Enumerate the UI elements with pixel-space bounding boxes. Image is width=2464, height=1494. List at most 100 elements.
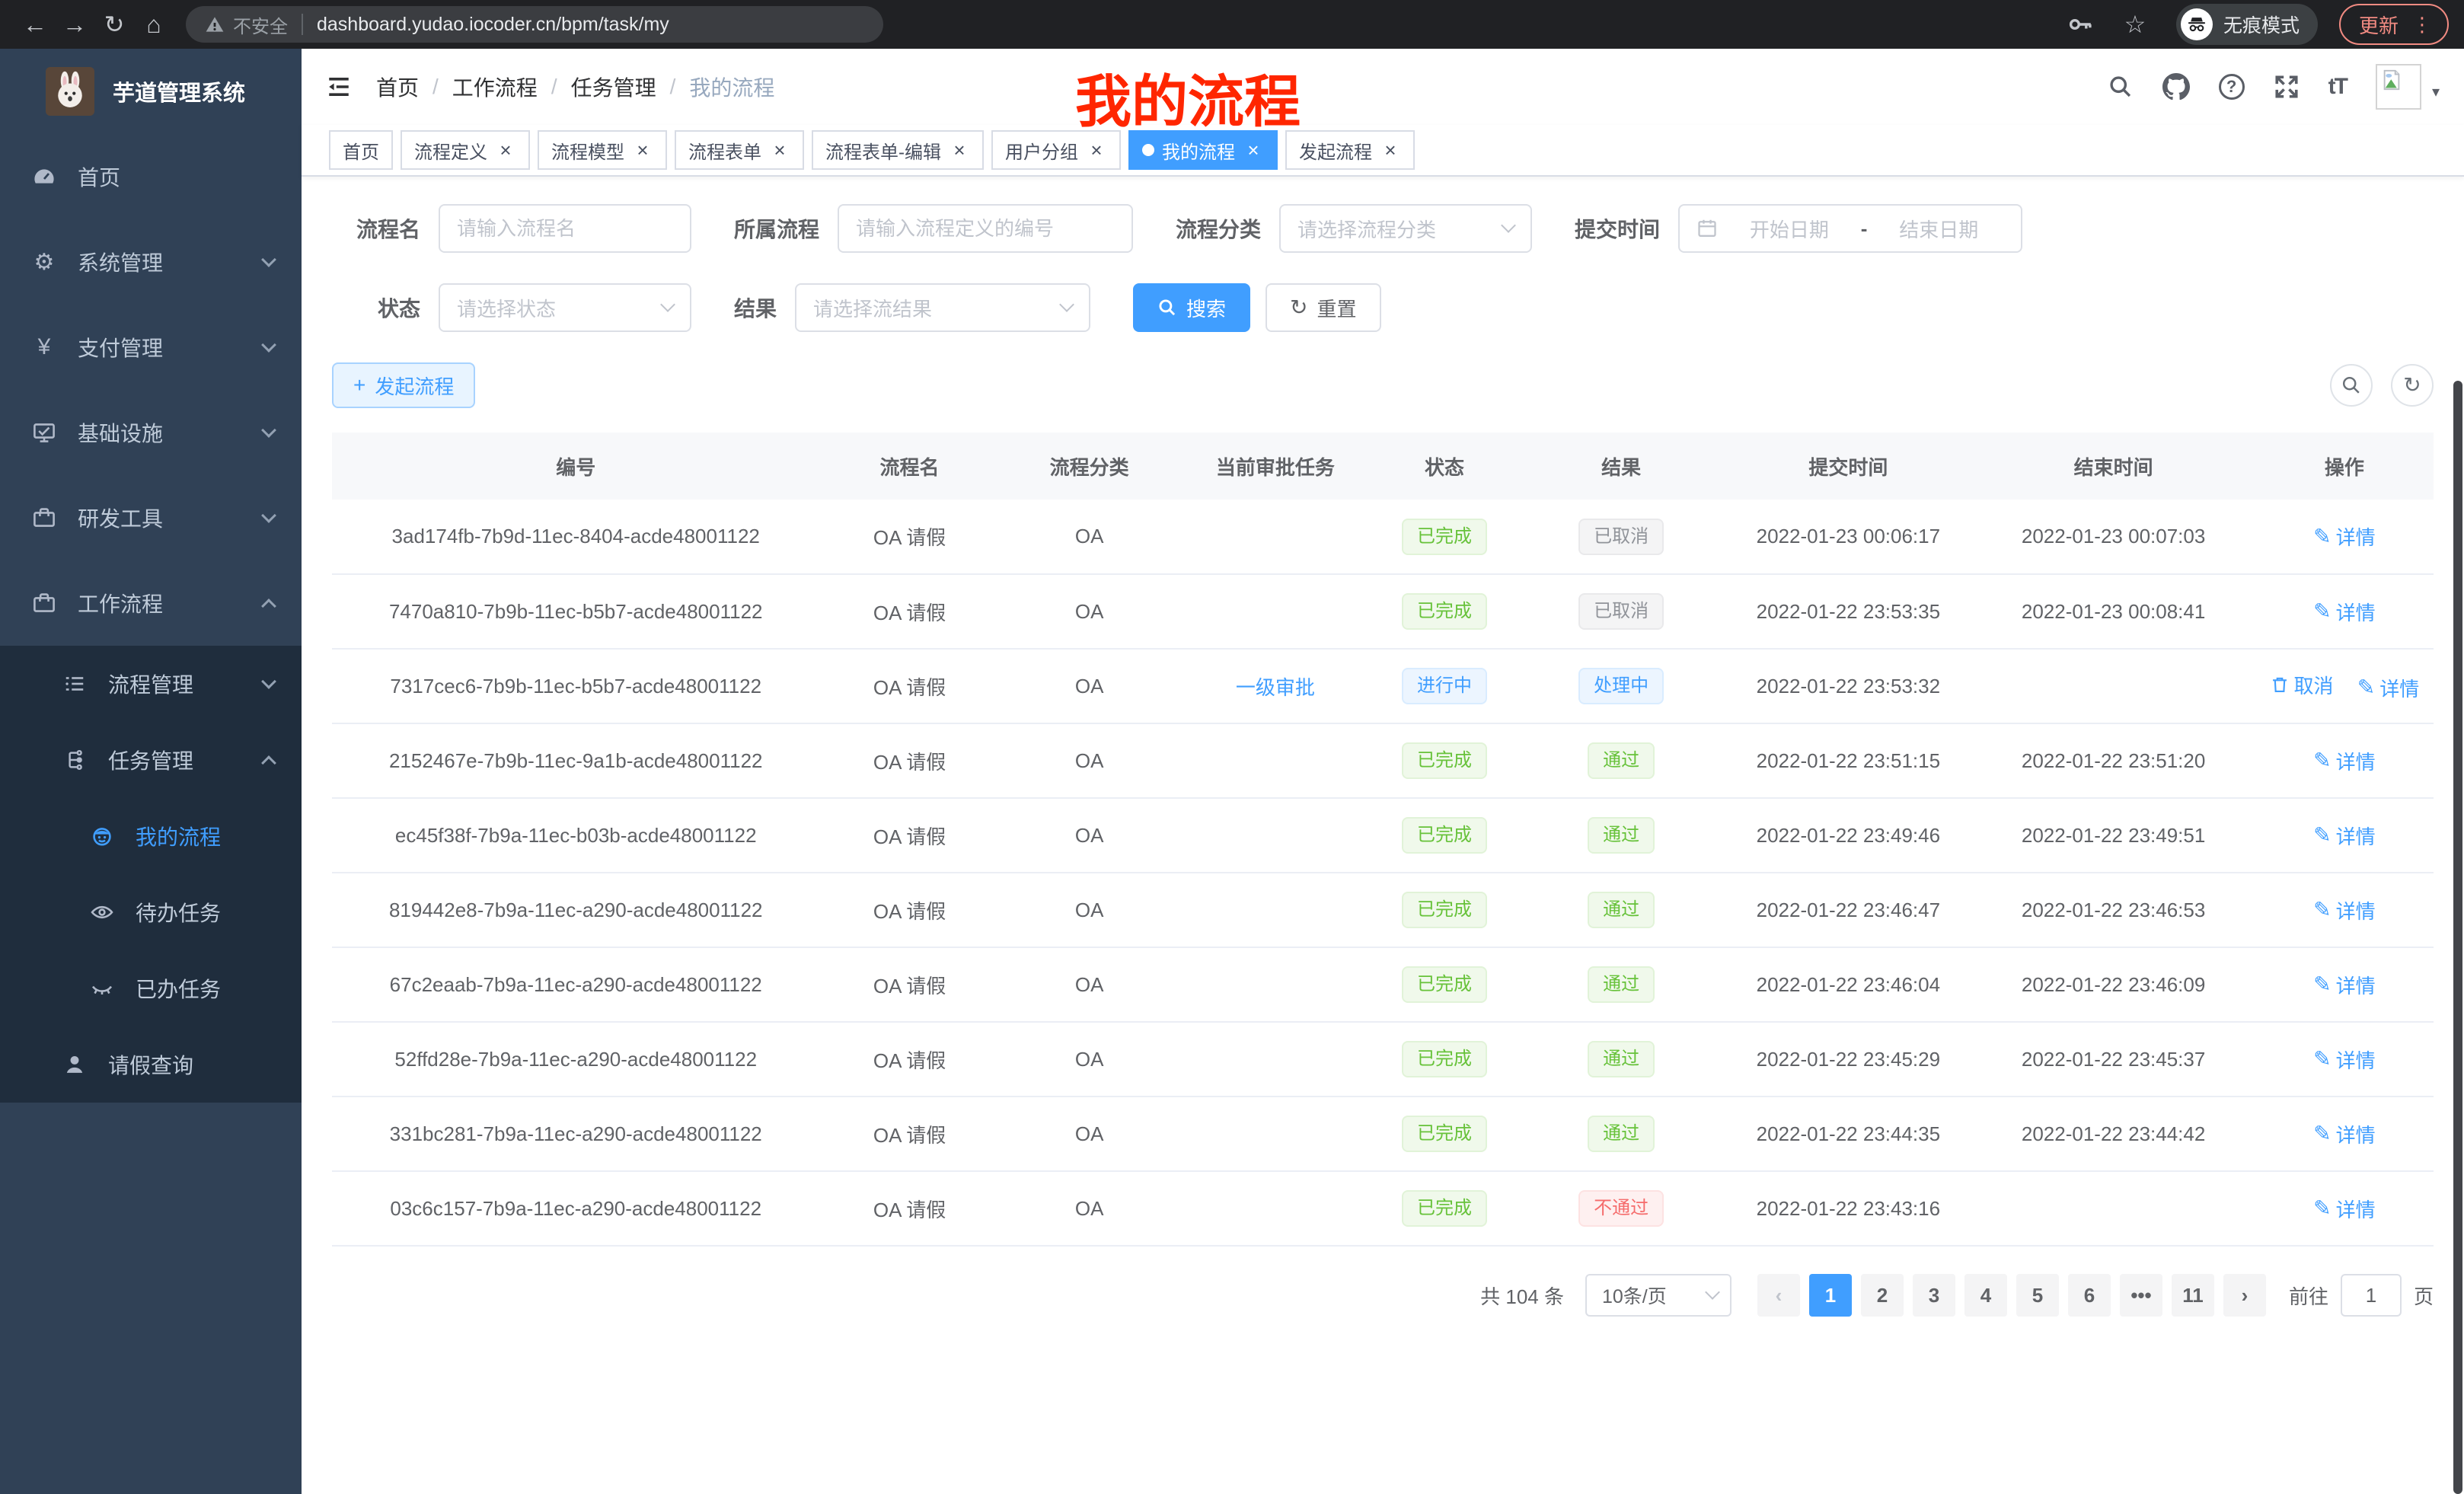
sidebar-item-leave-query[interactable]: 请假查询 [0, 1026, 302, 1103]
page-button-2[interactable]: 2 [1861, 1274, 1904, 1317]
submit-time-range-picker[interactable]: 开始日期 - 结束日期 [1678, 204, 2022, 253]
prev-page-button[interactable]: ‹ [1757, 1274, 1800, 1317]
status-badge: 已完成 [1402, 817, 1487, 854]
cell-submit-time: 2022-01-22 23:53:32 [1725, 649, 1971, 723]
security-label[interactable]: 不安全 [233, 11, 288, 38]
sidebar-item-home[interactable]: 首页 [0, 134, 302, 219]
table-row[interactable]: 331bc281-7b9a-11ec-a290-acde48001122 OA … [332, 1097, 2434, 1171]
font-size-icon[interactable]: tT [2328, 74, 2347, 100]
app-logo[interactable]: 芋道管理系统 [0, 49, 302, 134]
header-search-icon[interactable] [2108, 74, 2134, 100]
browser-back-icon[interactable]: ← [15, 0, 55, 49]
close-icon[interactable]: × [495, 139, 516, 162]
process-name-field[interactable] [457, 217, 673, 241]
close-icon[interactable]: × [1243, 139, 1264, 162]
table-row[interactable]: ec45f38f-7b9a-11ec-b03b-acde48001122 OA … [332, 798, 2434, 873]
tab-process-model[interactable]: 流程模型× [538, 130, 667, 170]
refresh-table-button[interactable]: ↻ [2391, 364, 2434, 407]
detail-link[interactable]: ✎详情 [2313, 1120, 2375, 1148]
sidebar-toggle-icon[interactable] [326, 74, 352, 100]
scrollbar-thumb[interactable] [2453, 381, 2462, 1494]
breadcrumb-task-mgmt[interactable]: 任务管理 [571, 72, 656, 102]
password-key-icon[interactable] [2068, 11, 2094, 37]
tab-process-definition[interactable]: 流程定义× [401, 130, 530, 170]
detail-link[interactable]: ✎详情 [2313, 1045, 2375, 1074]
search-button[interactable]: 搜索 [1133, 283, 1250, 332]
status-select[interactable]: 请选择状态 [439, 283, 691, 332]
close-icon[interactable]: × [1086, 139, 1107, 162]
table-row[interactable]: 7470a810-7b9b-11ec-b5b7-acde48001122 OA … [332, 574, 2434, 649]
parent-process-field[interactable] [856, 217, 1115, 241]
sidebar-item-done-tasks[interactable]: 已办任务 [0, 950, 302, 1026]
fullscreen-icon[interactable] [2274, 74, 2300, 100]
more-pages-button[interactable]: ••• [2120, 1274, 2162, 1317]
tab-start-process[interactable]: 发起流程× [1285, 130, 1415, 170]
sidebar-item-payment[interactable]: ¥ 支付管理 [0, 305, 302, 390]
bookmark-star-icon[interactable]: ☆ [2115, 0, 2155, 49]
table-row[interactable]: 67c2eaab-7b9a-11ec-a290-acde48001122 OA … [332, 947, 2434, 1022]
end-date-placeholder[interactable]: 结束日期 [1873, 215, 2004, 243]
sidebar-item-system[interactable]: ⚙ 系统管理 [0, 219, 302, 305]
table-row[interactable]: 03c6c157-7b9a-11ec-a290-acde48001122 OA … [332, 1171, 2434, 1246]
browser-update-button[interactable]: 更新 ⋮ [2339, 4, 2449, 45]
help-icon[interactable]: ? [2219, 74, 2245, 100]
start-date-placeholder[interactable]: 开始日期 [1724, 215, 1855, 243]
sidebar-item-todo-tasks[interactable]: 待办任务 [0, 874, 302, 950]
sidebar-item-workflow[interactable]: 工作流程 [0, 560, 302, 646]
breadcrumb-home[interactable]: 首页 [376, 72, 419, 102]
reset-button[interactable]: ↻ 重置 [1266, 283, 1380, 332]
sidebar-item-infra[interactable]: 基础设施 [0, 390, 302, 475]
tab-home[interactable]: 首页 [329, 130, 393, 170]
page-button-11[interactable]: 11 [2172, 1274, 2214, 1317]
url-text[interactable]: dashboard.yudao.iocoder.cn/bpm/task/my [317, 14, 669, 36]
detail-link[interactable]: ✎详情 [2313, 971, 2375, 999]
sidebar-item-process-mgmt[interactable]: 流程管理 [0, 646, 302, 722]
sidebar-item-task-mgmt[interactable]: 任务管理 [0, 722, 302, 798]
table-row[interactable]: 52ffd28e-7b9a-11ec-a290-acde48001122 OA … [332, 1022, 2434, 1097]
sidebar-item-my-process[interactable]: 我的流程 [0, 798, 302, 874]
goto-page-input[interactable] [2341, 1274, 2402, 1317]
result-select[interactable]: 请选择流结果 [795, 283, 1090, 332]
tab-process-form[interactable]: 流程表单× [675, 130, 804, 170]
start-process-button[interactable]: + 发起流程 [332, 362, 475, 408]
browser-forward-icon[interactable]: → [55, 0, 94, 49]
parent-process-input[interactable] [838, 204, 1133, 253]
table-row[interactable]: 819442e8-7b9a-11ec-a290-acde48001122 OA … [332, 873, 2434, 947]
page-button-5[interactable]: 5 [2016, 1274, 2059, 1317]
show-search-button[interactable] [2330, 364, 2373, 407]
github-icon[interactable] [2162, 73, 2190, 101]
table-row[interactable]: 2152467e-7b9b-11ec-9a1b-acde48001122 OA … [332, 723, 2434, 798]
page-button-4[interactable]: 4 [1964, 1274, 2007, 1317]
tab-process-form-edit[interactable]: 流程表单-编辑× [812, 130, 984, 170]
sidebar-item-devtools[interactable]: 研发工具 [0, 475, 302, 560]
page-size-select[interactable]: 10条/页 [1585, 1274, 1732, 1317]
close-icon[interactable]: × [1380, 139, 1401, 162]
browser-menu-icon[interactable]: ⋮ [2412, 13, 2432, 37]
browser-home-icon[interactable]: ⌂ [134, 0, 174, 49]
table-row[interactable]: 3ad174fb-7b9d-11ec-8404-acde48001122 OA … [332, 500, 2434, 574]
detail-link[interactable]: ✎详情 [2313, 598, 2375, 626]
category-select[interactable]: 请选择流程分类 [1279, 204, 1532, 253]
page-button-3[interactable]: 3 [1913, 1274, 1955, 1317]
detail-link[interactable]: ✎详情 [2313, 1195, 2375, 1223]
detail-link[interactable]: ✎详情 [2357, 674, 2419, 702]
address-bar[interactable]: 不安全 dashboard.yudao.iocoder.cn/bpm/task/… [186, 6, 883, 43]
current-task-link[interactable]: 一级审批 [1236, 676, 1315, 699]
chevron-down-icon[interactable]: ▾ [2432, 82, 2440, 101]
close-icon[interactable]: × [632, 139, 653, 162]
process-name-input[interactable] [439, 204, 691, 253]
detail-link[interactable]: ✎详情 [2313, 747, 2375, 775]
close-icon[interactable]: × [769, 139, 790, 162]
cancel-link[interactable]: 取消 [2270, 671, 2334, 699]
next-page-button[interactable]: › [2223, 1274, 2266, 1317]
browser-reload-icon[interactable]: ↻ [94, 0, 134, 49]
detail-link[interactable]: ✎详情 [2313, 522, 2375, 551]
table-row[interactable]: 7317cec6-7b9b-11ec-b5b7-acde48001122 OA … [332, 649, 2434, 723]
page-button-6[interactable]: 6 [2068, 1274, 2111, 1317]
breadcrumb-workflow[interactable]: 工作流程 [452, 72, 538, 102]
detail-link[interactable]: ✎详情 [2313, 822, 2375, 850]
user-avatar[interactable]: ▾ [2376, 64, 2440, 110]
detail-link[interactable]: ✎详情 [2313, 896, 2375, 924]
close-icon[interactable]: × [949, 139, 970, 162]
page-button-1[interactable]: 1 [1809, 1274, 1852, 1317]
